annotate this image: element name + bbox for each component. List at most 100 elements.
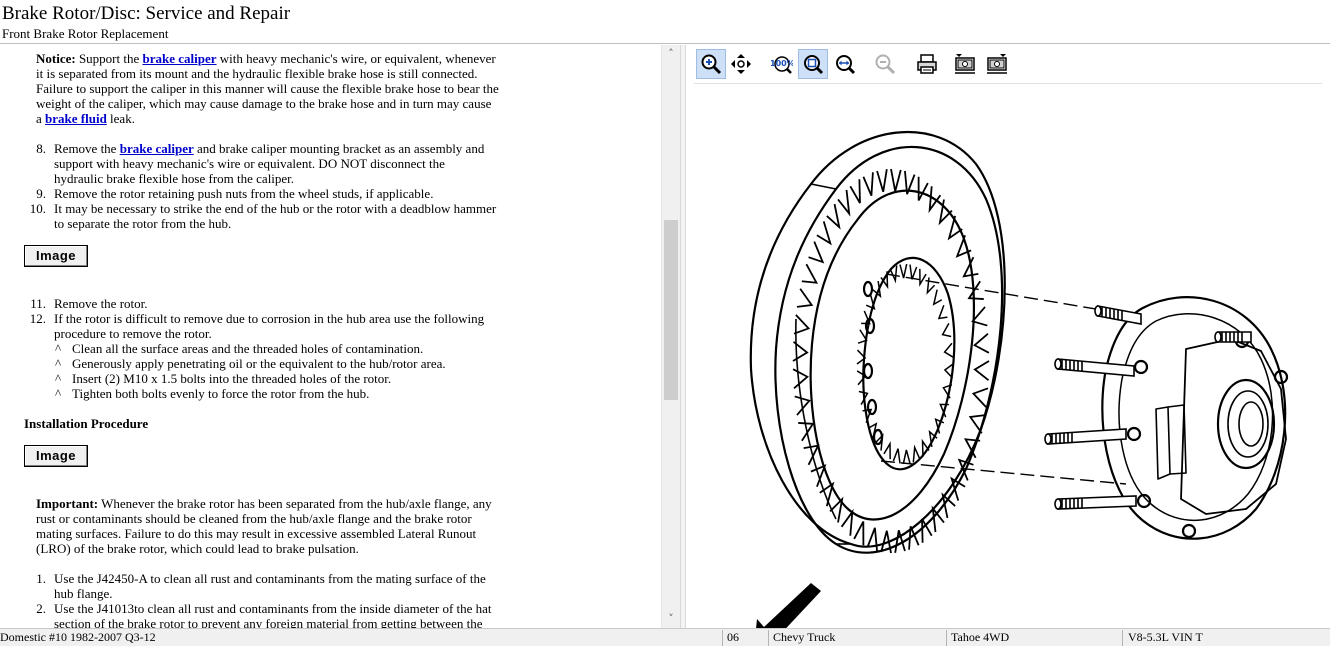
rotate-left-icon (955, 54, 975, 74)
rotor-vane (849, 179, 861, 204)
rotor-vane (837, 189, 851, 217)
rotor-vane (973, 360, 990, 381)
zoom-width-button[interactable] (830, 49, 860, 79)
rotor-inner-vane (943, 342, 954, 358)
rotor-vane (917, 176, 929, 201)
print-button[interactable] (912, 49, 942, 79)
rotor-inner-vane (926, 277, 936, 295)
step-number: 1. (36, 571, 46, 586)
zoom-in-button[interactable] (696, 49, 726, 79)
rotor-vane (947, 215, 963, 241)
status-divider (1122, 630, 1123, 646)
rotor-inner-vane (883, 441, 891, 460)
step-text-part: Remove the (54, 141, 120, 156)
notice-line: Failure to support the caliper in this m… (36, 81, 499, 96)
zoom-out-icon (875, 54, 896, 75)
rotor-vane (971, 387, 989, 408)
rotate-right-icon (987, 54, 1007, 74)
zoom-100-button[interactable]: 100% (766, 49, 796, 79)
notice-text: Support the (75, 51, 143, 66)
vertical-scrollbar[interactable]: ˄ ˅ (661, 45, 680, 628)
important-line: rust or contaminants should be cleaned f… (36, 511, 472, 526)
zoom-out-button[interactable] (870, 49, 900, 79)
substep-bullet: ^ (55, 341, 62, 356)
wheel-stud (1044, 428, 1127, 445)
image-button[interactable]: Image (24, 445, 88, 467)
pan-button[interactable] (726, 49, 756, 79)
status-make: Chevy Truck (773, 630, 836, 644)
step-number: 11. (30, 296, 46, 311)
wheel-stud (1054, 358, 1135, 377)
print-icon (917, 54, 937, 74)
image-button[interactable]: Image (24, 245, 88, 267)
rotor-vane (862, 172, 874, 197)
important-line: mating surfaces. Failure to do this may … (36, 526, 477, 541)
page-subtitle: Front Brake Rotor Replacement (2, 26, 169, 41)
notice-line: a brake fluid leak. (36, 111, 135, 126)
brake-rotor-diagram (749, 131, 1289, 628)
step-text: Use the J42450-A to clean all rust and c… (54, 571, 486, 586)
step-number: 9. (36, 186, 46, 201)
document-header: Brake Rotor/Disc: Service and Repair Fro… (0, 0, 1330, 44)
step-text: Use the J41013to clean all rust and cont… (54, 601, 492, 616)
step-text: section of the brake rotor to prevent an… (54, 616, 483, 628)
rotor-vane (853, 521, 865, 546)
brake-caliper-link[interactable]: brake caliper (120, 141, 194, 156)
rotor-vane (792, 368, 809, 390)
notice-label: Notice: (36, 51, 76, 66)
brake-fluid-link[interactable]: brake fluid (45, 111, 107, 126)
rotor-vane (967, 280, 984, 300)
image-viewer-pane: 100% (686, 45, 1330, 628)
zoom-100-label: 100% (770, 59, 793, 68)
zoom-in-icon (701, 54, 722, 75)
substep-text: Insert (2) M10 x 1.5 bolts into the thre… (72, 371, 392, 386)
page-title: Brake Rotor/Disc: Service and Repair (2, 3, 291, 24)
rotor-vane (792, 341, 809, 362)
rotor-inner-vane (892, 448, 901, 464)
image-toolbar: 100% (694, 47, 1314, 81)
rotor-inner-vane (899, 263, 908, 279)
rotor-vane (938, 199, 953, 226)
rotor-vane (826, 203, 841, 230)
chevron-up-icon[interactable]: ˄ (662, 45, 680, 63)
section-heading: Installation Procedure (24, 416, 149, 431)
zoom-width-icon (836, 55, 856, 75)
zoom-fit-button[interactable] (798, 49, 828, 79)
substep-bullet: ^ (55, 356, 62, 371)
zoom-100-icon: 100% (770, 56, 793, 74)
status-bar: Domestic #10 1982-2007 Q3-12 06 Chevy Tr… (0, 628, 1330, 646)
substep-text: Tighten both bolts evenly to force the r… (72, 386, 370, 401)
step-text: procedure to remove the rotor. (54, 326, 212, 341)
rotor-vane (808, 241, 825, 264)
procedure-content: Notice: Support the brake caliper with h… (0, 45, 660, 628)
step-text: hub flange. (54, 586, 113, 601)
brake-caliper-link[interactable]: brake caliper (143, 51, 217, 66)
important-line: Important: Whenever the brake rotor has … (36, 496, 492, 511)
status-divider (722, 630, 723, 646)
notice-line: Notice: Support the brake caliper with h… (36, 51, 496, 66)
substep-bullet: ^ (55, 386, 62, 401)
rotor-vane (890, 168, 902, 192)
scrollbar-thumb[interactable] (664, 220, 678, 400)
step-number: 2. (36, 601, 46, 616)
rotor-inner-vane (857, 329, 868, 344)
notice-text: with heavy mechanic's wire, or equivalen… (216, 51, 496, 66)
rotor-front-face (774, 145, 1004, 554)
zoom-fit-icon (804, 55, 824, 75)
step-text: If the rotor is difficult to remove due … (54, 311, 485, 326)
chevron-down-icon[interactable]: ˅ (662, 610, 680, 628)
step-text: It may be necessary to strike the end of… (54, 201, 497, 216)
rotor-inner-vane (902, 449, 911, 465)
rotate-left-button[interactable] (950, 49, 980, 79)
status-year: 06 (727, 630, 739, 644)
rotor-inner-vane (932, 289, 943, 306)
rotor-inner-vane (937, 304, 948, 320)
rotate-right-button[interactable] (982, 49, 1012, 79)
status-divider (946, 630, 947, 646)
pan-move-icon (731, 54, 751, 74)
status-source: Domestic #10 1982-2007 Q3-12 (0, 630, 156, 644)
status-engine: V8-5.3L VIN T (1128, 630, 1203, 644)
rotor-vane (810, 464, 827, 488)
step-text: hydraulic brake flexible hose from the c… (54, 171, 295, 186)
rotor-vane (973, 332, 990, 354)
